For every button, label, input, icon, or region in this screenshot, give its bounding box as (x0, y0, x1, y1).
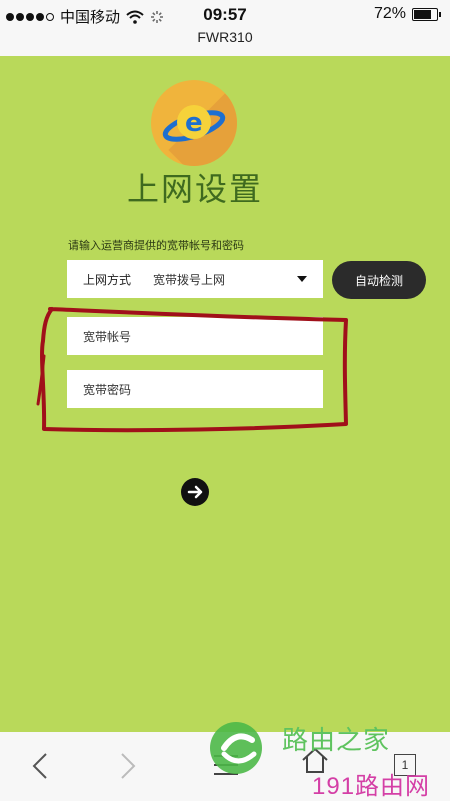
status-bar: 中国移动 09:57 72% (0, 0, 450, 30)
page-title: 上网设置 (126, 171, 263, 207)
auto-detect-button[interactable]: 自动检测 (332, 261, 426, 299)
connection-method-select[interactable]: 上网方式 宽带拨号上网 (67, 260, 323, 298)
internet-explorer-logo-icon: e (151, 80, 237, 166)
watermark-logo-icon (210, 722, 262, 774)
dropdown-caret-icon (297, 276, 307, 282)
status-right: 72% (373, 5, 441, 23)
page-title-bar[interactable]: FWR310 (0, 30, 450, 56)
broadband-account-input[interactable]: 宽带帐号 (67, 317, 323, 355)
router-setup-page: e 上网设置 请输入运营商提供的宽带帐号和密码 上网方式 宽带拨号上网 自动检测… (0, 56, 450, 732)
svg-text:e: e (185, 108, 203, 138)
watermark-text-bottom: 191路由网 (312, 773, 431, 800)
connection-method-value: 宽带拨号上网 (153, 272, 226, 287)
next-arrow-button[interactable] (181, 478, 209, 506)
back-arrow-icon[interactable] (30, 752, 50, 780)
broadband-password-input[interactable]: 宽带密码 (67, 370, 323, 408)
arrow-right-icon (187, 485, 203, 499)
battery-icon (412, 7, 441, 21)
watermark-text-top: 路由之家 (282, 725, 391, 755)
forward-arrow-icon[interactable] (118, 752, 138, 780)
instruction-text: 请输入运营商提供的宽带帐号和密码 (68, 240, 244, 252)
battery-percent: 72% (373, 5, 406, 22)
connection-method-label: 上网方式 (83, 272, 132, 287)
